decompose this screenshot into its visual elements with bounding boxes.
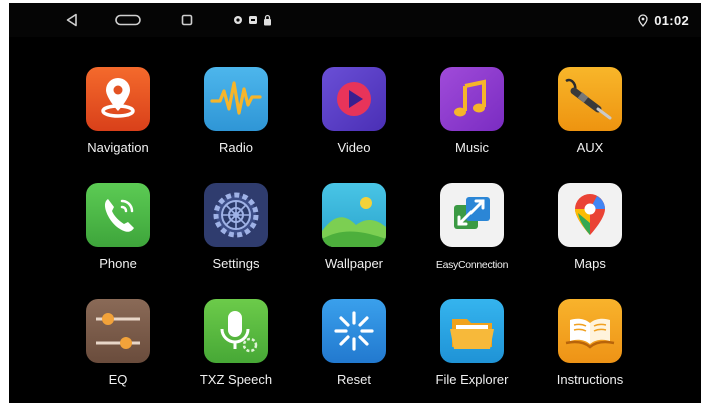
app-label: Instructions: [556, 372, 624, 387]
app-file-explorer[interactable]: File Explorer: [417, 291, 527, 401]
app-label: EQ: [108, 372, 128, 387]
eq-sliders-icon: [86, 299, 150, 363]
app-label: Wallpaper: [324, 256, 384, 271]
aux-cable-icon: [558, 67, 622, 131]
app-reset[interactable]: Reset: [299, 291, 409, 401]
app-label: Navigation: [87, 140, 149, 155]
app-label: Video: [337, 140, 371, 155]
home-screen: 01:02 Navigation Radio Video Music AUX P…: [9, 3, 701, 403]
recents-button[interactable]: [177, 10, 197, 30]
app-navigation[interactable]: Navigation: [63, 59, 173, 169]
app-maps[interactable]: Maps: [535, 175, 645, 285]
home-button[interactable]: [113, 10, 143, 30]
app-label: Reset: [337, 372, 371, 387]
app-aux[interactable]: AUX: [535, 59, 645, 169]
phone-icon: [86, 183, 150, 247]
app-label: Settings: [212, 256, 260, 271]
lock-icon: [264, 14, 271, 26]
clock: 01:02: [654, 12, 689, 28]
back-icon: [66, 13, 77, 27]
app-easyconnection[interactable]: EasyConnection: [417, 175, 527, 285]
folder-icon: [440, 299, 504, 363]
settings-gear-icon: [204, 183, 268, 247]
recents-icon: [181, 14, 193, 26]
location-pin-icon: [638, 13, 648, 27]
record-icon: [234, 16, 242, 24]
app-txz-speech[interactable]: TXZ Speech: [181, 291, 291, 401]
app-radio[interactable]: Radio: [181, 59, 291, 169]
maps-pin-icon: [558, 183, 622, 247]
app-wallpaper[interactable]: Wallpaper: [299, 175, 409, 285]
app-label: File Explorer: [435, 372, 509, 387]
book-icon: [558, 299, 622, 363]
app-label: AUX: [576, 140, 604, 155]
app-label: Maps: [574, 256, 606, 271]
video-play-icon: [322, 67, 386, 131]
radio-wave-icon: [204, 67, 268, 131]
home-icon: [115, 14, 141, 26]
app-eq[interactable]: EQ: [63, 291, 173, 401]
wallpaper-icon: [322, 183, 386, 247]
app-settings[interactable]: Settings: [181, 175, 291, 285]
app-label: EasyConnection: [435, 259, 509, 271]
status-right: 01:02: [638, 11, 689, 29]
microphone-icon: [204, 299, 268, 363]
app-music[interactable]: Music: [417, 59, 527, 169]
navigation-pin-icon: [86, 67, 150, 131]
app-label: Music: [455, 140, 489, 155]
app-label: TXZ Speech: [199, 372, 273, 387]
music-note-icon: [440, 67, 504, 131]
notification-icons: [233, 13, 272, 27]
back-button[interactable]: [61, 10, 83, 30]
app-video[interactable]: Video: [299, 59, 409, 169]
status-bar: 01:02: [9, 3, 701, 37]
app-label: Phone: [99, 256, 137, 271]
app-label: Radio: [219, 140, 253, 155]
app-phone[interactable]: Phone: [63, 175, 173, 285]
reset-icon: [322, 299, 386, 363]
media-icon: [249, 16, 257, 24]
easyconnection-icon: [440, 183, 504, 247]
app-instructions[interactable]: Instructions: [535, 291, 645, 401]
